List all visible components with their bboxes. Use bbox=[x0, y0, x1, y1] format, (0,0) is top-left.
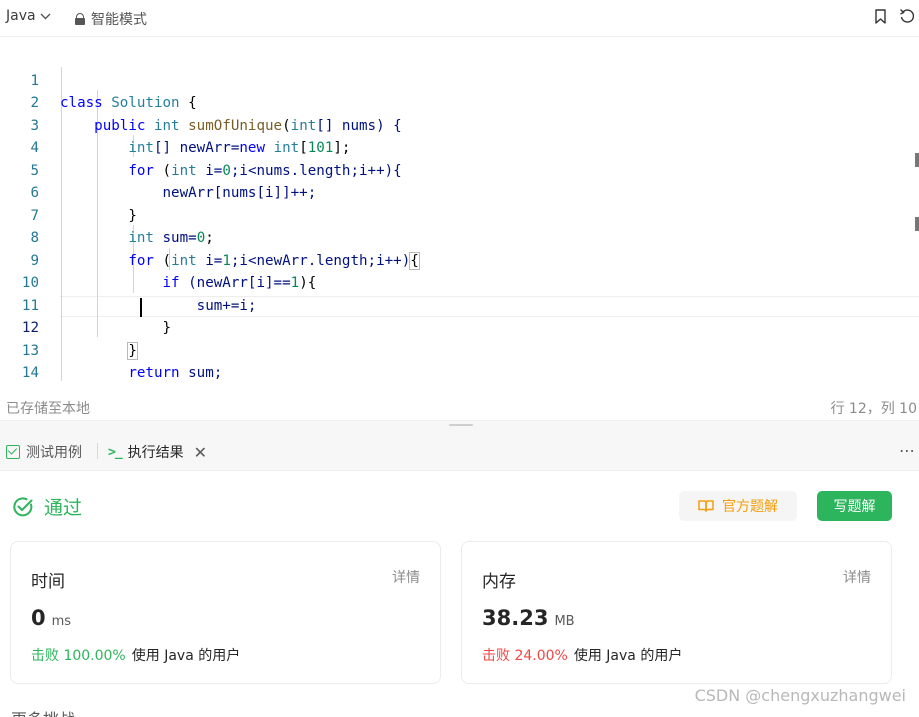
lock-icon bbox=[75, 13, 85, 25]
terminal-icon: >_ bbox=[108, 444, 123, 460]
close-icon[interactable]: ✕ bbox=[194, 443, 207, 462]
check-circle-icon bbox=[13, 496, 33, 516]
language-label: Java bbox=[6, 8, 36, 24]
editor-toolbar: Java 智能模式 bbox=[0, 0, 919, 37]
more-icon[interactable]: ⋯ bbox=[899, 441, 916, 460]
code-line: 12 } bbox=[0, 295, 919, 360]
code-line: 2 public int sumOfUnique(int[] nums) { bbox=[0, 70, 919, 134]
chevron-down-icon bbox=[40, 13, 51, 19]
tab-result-label: 执行结果 bbox=[127, 445, 184, 461]
code-line: 6 } bbox=[0, 160, 919, 224]
result-tabs: 测试用例 >_ 执行结果 ✕ bbox=[0, 430, 919, 471]
memory-title: 内存 bbox=[482, 572, 516, 592]
resize-handle[interactable] bbox=[449, 424, 473, 426]
cursor-position: 行 12，列 10 bbox=[830, 401, 917, 417]
code-line: 1 class Solution { bbox=[0, 47, 919, 112]
more-challenges-heading: 更多挑战 bbox=[11, 706, 75, 717]
book-icon bbox=[698, 500, 714, 512]
runtime-value: 0 ms bbox=[31, 606, 71, 630]
scrollbar-marker[interactable] bbox=[915, 217, 919, 231]
checkbox-icon bbox=[6, 445, 20, 459]
runtime-unit: ms bbox=[51, 614, 72, 629]
memory-value: 38.23 MB bbox=[482, 606, 575, 630]
code-line: 7 int sum=0; bbox=[0, 182, 919, 247]
bookmark-icon[interactable] bbox=[875, 9, 886, 24]
language-selector[interactable]: Java bbox=[6, 8, 51, 24]
runtime-beat-text: 使用 Java 的用户 bbox=[131, 648, 241, 664]
smart-mode-toggle[interactable]: 智能模式 bbox=[75, 9, 147, 29]
runtime-details-link[interactable]: 详情 bbox=[392, 567, 420, 587]
code-editor[interactable]: 1 class Solution { 2 public int sumOfUni… bbox=[0, 45, 919, 382]
memory-unit: MB bbox=[554, 614, 575, 629]
code-line: 15 } bbox=[0, 362, 919, 382]
code-line: 13 return sum; bbox=[0, 317, 919, 382]
memory-beat-percent: 击败 24.00% bbox=[482, 648, 568, 664]
runtime-beat: 击败 100.00% 使用 Java 的用户 bbox=[31, 645, 240, 665]
code-line: 14 } bbox=[0, 340, 919, 381]
pass-label: 通过 bbox=[44, 497, 83, 519]
editor-status-bar: 已存储至本地 行 12，列 10 bbox=[0, 392, 919, 420]
result-status: 通过 bbox=[12, 493, 82, 520]
code-line: 4 for (int i=0;i<nums.length;i++){ bbox=[0, 115, 919, 179]
code-line: 8 for (int i=1;i<newArr.length;i++){ bbox=[0, 205, 919, 270]
saved-status: 已存储至本地 bbox=[6, 401, 90, 417]
code-line: 3 int[] newArr=new int[101]; bbox=[0, 92, 919, 157]
code-line: 5 newArr[nums[i]]++; bbox=[0, 137, 919, 202]
runtime-number: 0 bbox=[31, 606, 46, 630]
memory-beat-text: 使用 Java 的用户 bbox=[573, 648, 683, 664]
code-line: 9 if (newArr[i]==1){ bbox=[0, 227, 919, 292]
watermark: CSDN @chengxuzhangwei bbox=[694, 686, 906, 705]
code-line: 11 } bbox=[0, 272, 919, 337]
scrollbar-marker[interactable] bbox=[915, 153, 919, 167]
tab-result[interactable]: >_ 执行结果 ✕ bbox=[108, 442, 207, 462]
memory-beat: 击败 24.00% 使用 Java 的用户 bbox=[482, 645, 682, 665]
runtime-beat-percent: 击败 100.00% bbox=[31, 648, 126, 664]
memory-card: 内存 详情 38.23 MB 击败 24.00% 使用 Java 的用户 bbox=[461, 541, 892, 684]
memory-details-link[interactable]: 详情 bbox=[843, 567, 871, 587]
memory-number: 38.23 bbox=[482, 606, 549, 630]
code-line: 10 sum+=i; bbox=[0, 250, 919, 314]
official-solution-label: 官方题解 bbox=[722, 499, 778, 515]
runtime-title: 时间 bbox=[31, 572, 65, 592]
reset-icon[interactable] bbox=[899, 8, 914, 24]
tab-testcase[interactable]: 测试用例 bbox=[6, 442, 82, 462]
tab-separator bbox=[97, 443, 98, 459]
text-cursor bbox=[140, 298, 142, 317]
tab-testcase-label: 测试用例 bbox=[26, 445, 82, 461]
official-solution-button[interactable]: 官方题解 bbox=[679, 491, 797, 521]
smart-mode-label: 智能模式 bbox=[91, 12, 147, 28]
write-solution-button[interactable]: 写题解 bbox=[817, 491, 892, 521]
runtime-card: 时间 详情 0 ms 击败 100.00% 使用 Java 的用户 bbox=[10, 541, 441, 684]
